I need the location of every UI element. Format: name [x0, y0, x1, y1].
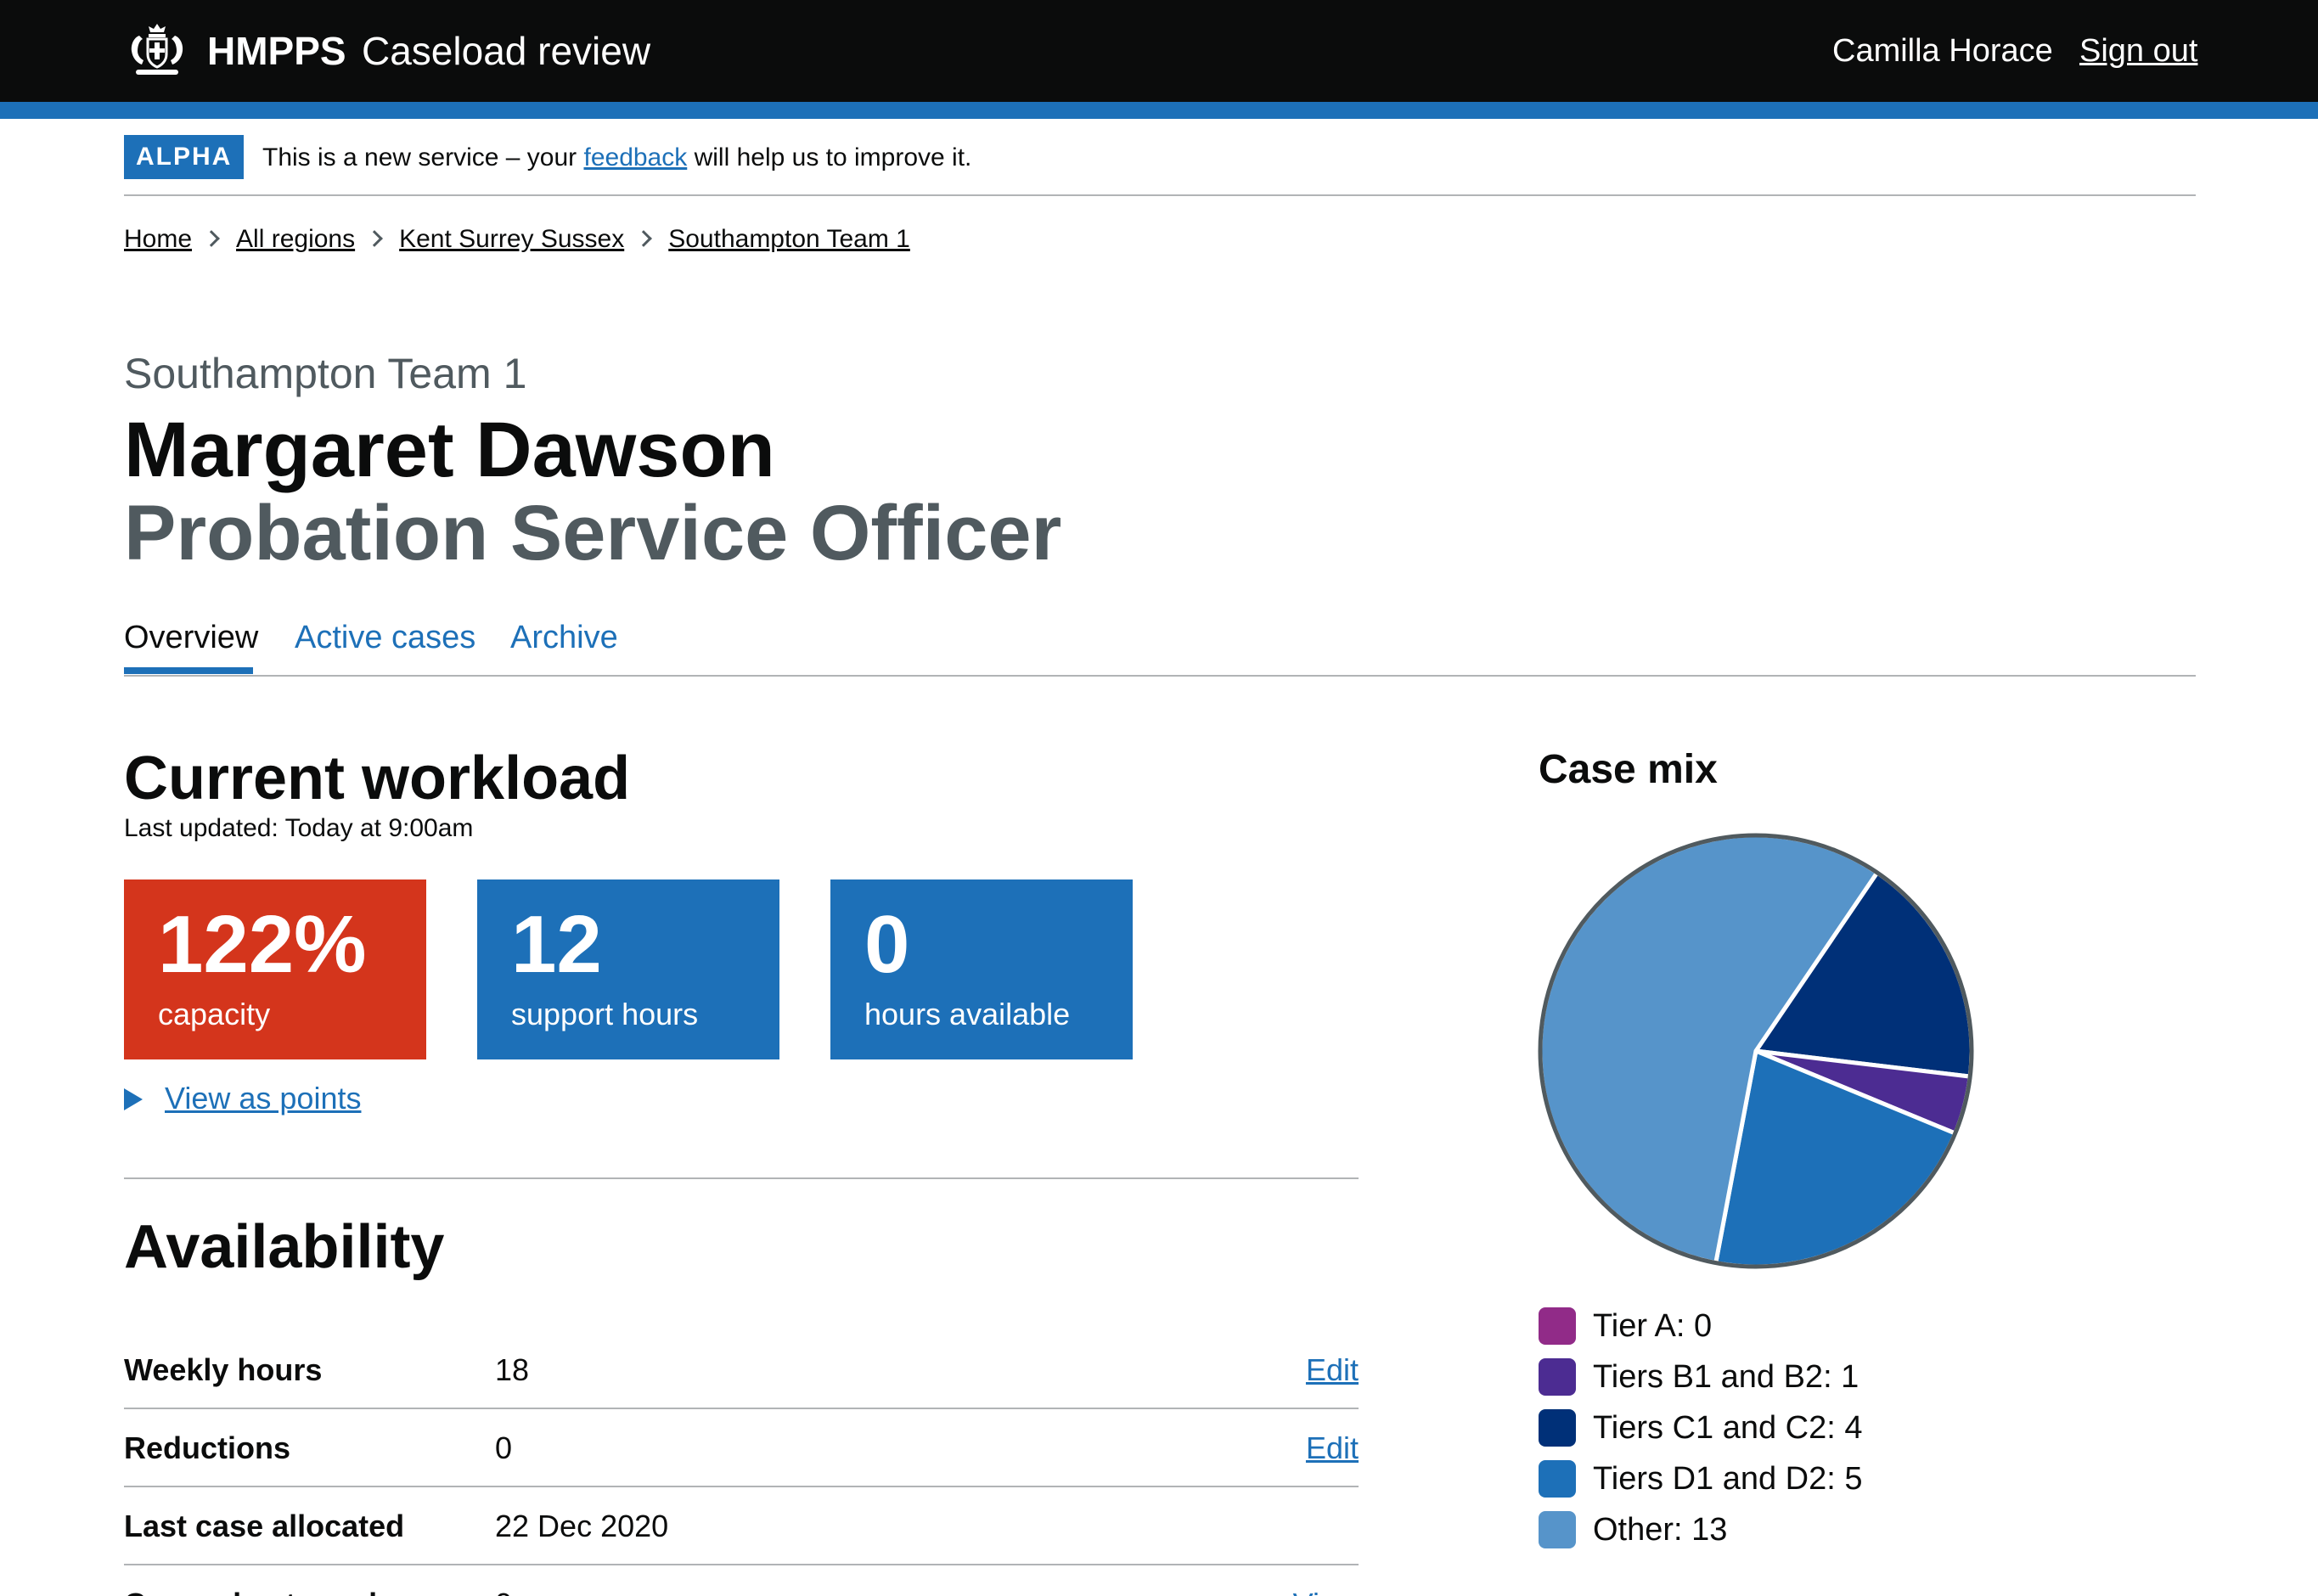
support-hours-tile: 12 support hours — [477, 879, 779, 1059]
legend-swatch — [1539, 1307, 1576, 1345]
service-name[interactable]: Caseload review — [362, 25, 650, 76]
header-accent-bar — [0, 102, 2318, 119]
edit-reductions-link[interactable]: Edit — [1306, 1428, 1359, 1469]
breadcrumb-team[interactable]: Southampton Team 1 — [668, 225, 910, 253]
legend-label: Tiers B1 and B2: 1 — [1593, 1359, 1859, 1395]
edit-weekly-hours-link[interactable]: Edit — [1306, 1350, 1359, 1391]
phase-divider — [124, 194, 2196, 196]
summary-key: Cases due to end — [124, 1584, 377, 1596]
brand-name[interactable]: HMPPS — [207, 25, 346, 76]
phase-tag: ALPHA — [124, 135, 245, 179]
workload-heading: Current workload — [124, 745, 631, 812]
page-caption: Southampton Team 1 — [124, 350, 527, 397]
availability-heading: Availability — [124, 1213, 445, 1281]
sign-out-link[interactable]: Sign out — [2079, 29, 2197, 73]
case-mix-pie-chart — [1538, 833, 1974, 1269]
chevron-right-icon — [203, 230, 220, 247]
legend-label: Tiers C1 and C2: 4 — [1593, 1410, 1863, 1446]
breadcrumb-all-regions[interactable]: All regions — [236, 225, 355, 253]
support-hours-label: support hours — [511, 997, 699, 1031]
summary-row-weekly-hours: Weekly hours 18 Edit — [124, 1331, 1359, 1409]
legend-swatch — [1539, 1460, 1576, 1498]
active-tab-indicator — [124, 667, 253, 674]
breadcrumb-home[interactable]: Home — [124, 225, 192, 253]
summary-row-last-case-allocated: Last case allocated 22 Dec 2020 — [124, 1487, 1359, 1565]
summary-key: Weekly hours — [124, 1352, 323, 1387]
tab-archive[interactable]: Archive — [510, 611, 618, 664]
view-as-points-details[interactable]: View as points — [124, 1078, 361, 1119]
summary-row-reductions: Reductions 0 Edit — [124, 1409, 1359, 1487]
tabs-divider — [124, 675, 2196, 677]
summary-value: 0 — [495, 1430, 513, 1465]
view-as-points-link[interactable]: View as points — [165, 1081, 361, 1116]
summary-key: Reductions — [124, 1430, 291, 1465]
summary-row-cases-due-to-end: Cases due to end 0 View — [124, 1565, 1359, 1596]
legend-label: Tiers D1 and D2: 5 — [1593, 1461, 1863, 1497]
capacity-tile: 122% capacity — [124, 879, 426, 1059]
page-title: Margaret Dawson — [124, 407, 775, 493]
summary-value: 22 Dec 2020 — [495, 1509, 669, 1543]
hours-available-value: 0 — [864, 899, 910, 990]
phase-text-before: This is a new service – your — [262, 143, 577, 171]
legend-label: Tier A: 0 — [1593, 1308, 1713, 1344]
hours-available-tile: 0 hours available — [830, 879, 1133, 1059]
last-updated-text: Last updated: Today at 9:00am — [124, 814, 474, 842]
capacity-label: capacity — [158, 997, 271, 1031]
chevron-right-icon — [366, 230, 384, 247]
legend-label: Other: 13 — [1593, 1512, 1728, 1548]
summary-key: Last case allocated — [124, 1509, 405, 1543]
breadcrumb: Home All regions Kent Surrey Sussex Southam… — [124, 221, 910, 258]
royal-coat-of-arms-icon — [131, 24, 183, 75]
site-header: HMPPS Caseload review Camilla Horace Sig… — [0, 0, 2318, 102]
summary-value: 18 — [495, 1352, 530, 1387]
case-mix-heading: Case mix — [1539, 747, 1718, 792]
chevron-right-icon — [635, 230, 653, 247]
summary-value: 0 — [495, 1584, 512, 1596]
legend-swatch — [1539, 1511, 1576, 1548]
page-subtitle: Probation Service Officer — [124, 490, 1062, 576]
section-divider — [124, 1177, 1359, 1179]
capacity-value: 122% — [158, 899, 367, 990]
phase-banner-text: This is a new service – your feedback wi… — [262, 139, 971, 177]
tab-active-cases[interactable]: Active cases — [295, 611, 475, 664]
legend-swatch — [1539, 1358, 1576, 1396]
caret-right-icon — [124, 1088, 143, 1110]
breadcrumb-region[interactable]: Kent Surrey Sussex — [399, 225, 624, 253]
user-name: Camilla Horace — [1832, 33, 2053, 69]
feedback-link[interactable]: feedback — [583, 143, 687, 171]
view-cases-due-link[interactable]: View — [1293, 1584, 1359, 1596]
legend-swatch — [1539, 1409, 1576, 1447]
support-hours-value: 12 — [511, 899, 602, 990]
hours-available-label: hours available — [864, 997, 1071, 1031]
phase-text-after: will help us to improve it. — [694, 143, 972, 171]
tab-overview[interactable]: Overview — [124, 611, 258, 664]
